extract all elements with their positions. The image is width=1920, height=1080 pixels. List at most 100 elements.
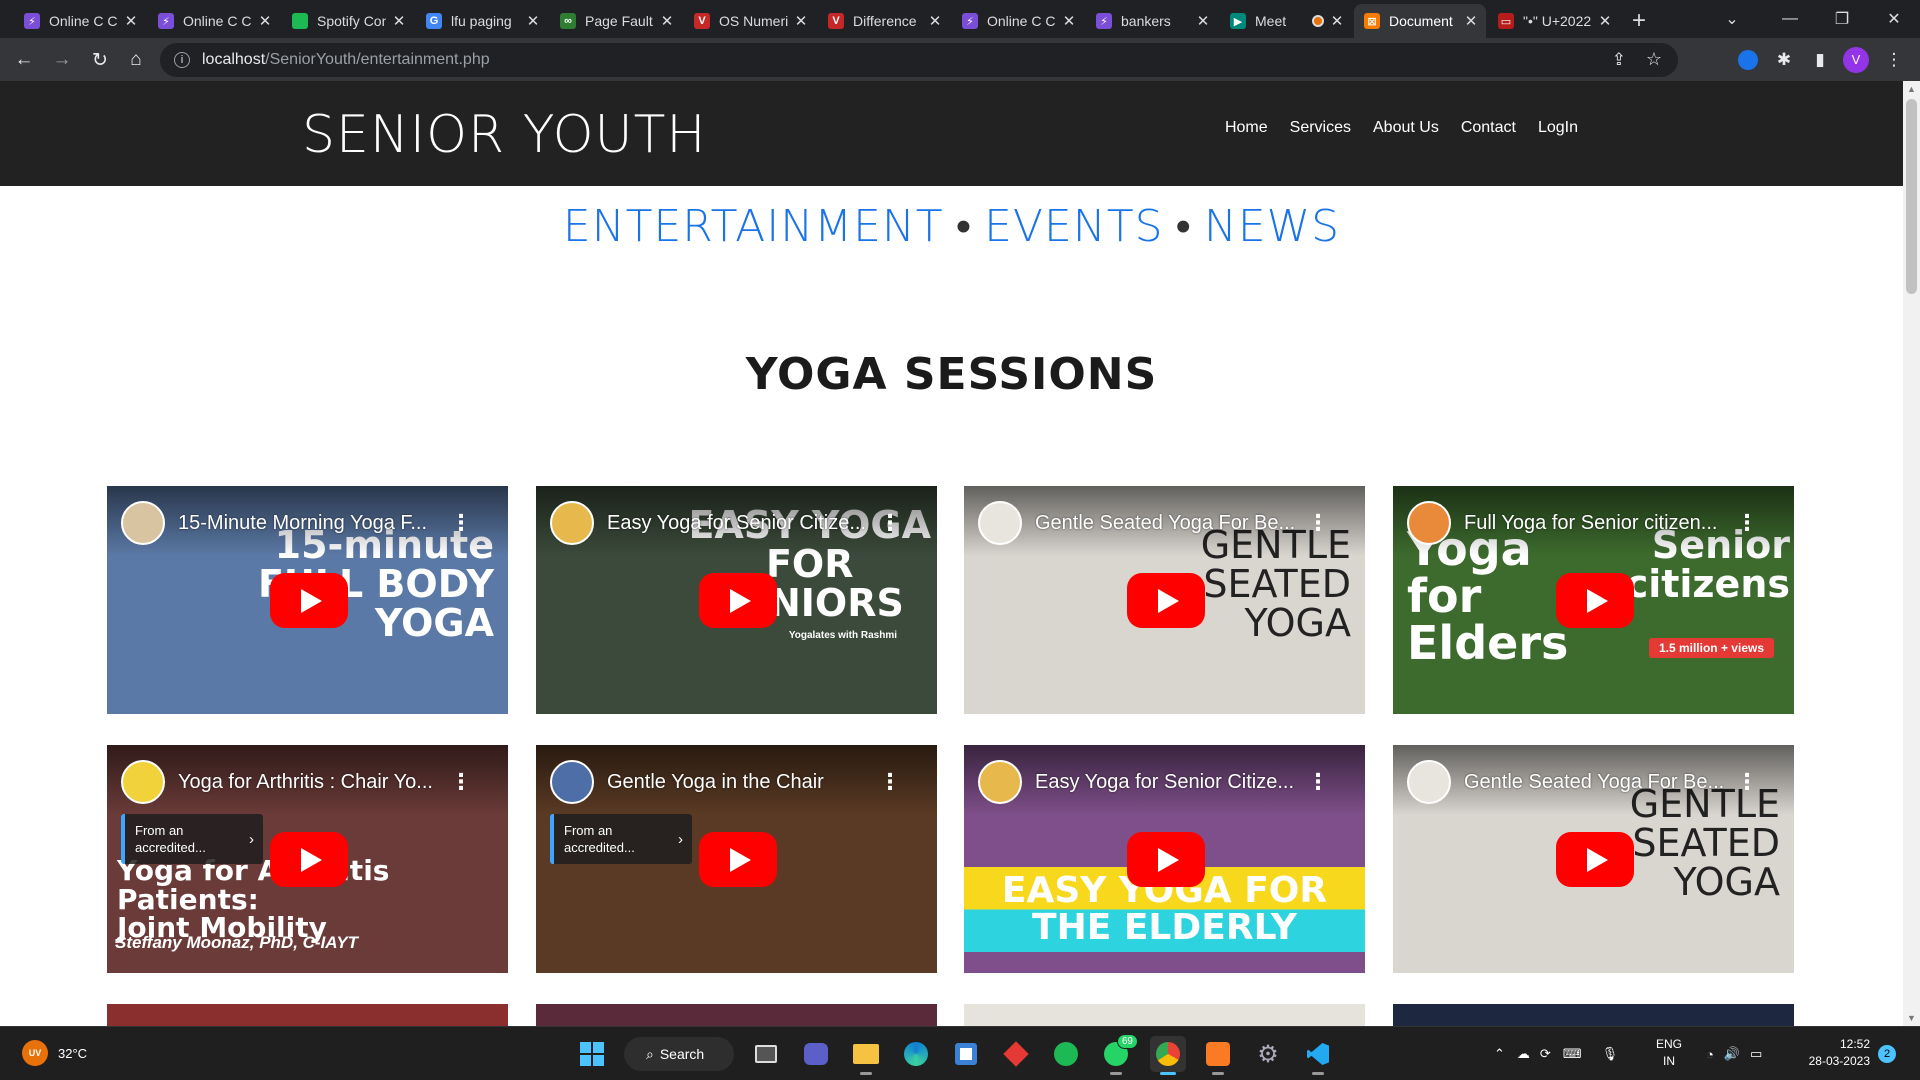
- bookmark-star-icon[interactable]: ☆: [1646, 49, 1662, 70]
- nav-services[interactable]: Services: [1290, 119, 1351, 137]
- browser-tab[interactable]: Glfu paging ✕: [416, 4, 548, 38]
- video-title[interactable]: Full Yoga for Senior citizen...: [1464, 512, 1754, 535]
- video-card[interactable]: 15-minuteFULL BODYYOGA15-Minute Morning …: [107, 486, 508, 714]
- video-card[interactable]: EASY YOGAFORSENIORSYogalates with Rashmi…: [536, 486, 937, 714]
- edge-icon[interactable]: [898, 1036, 934, 1072]
- video-card[interactable]: Gentle Yoga in the Chair ⋮ From an accredi…: [536, 745, 937, 973]
- channel-avatar[interactable]: [978, 501, 1022, 545]
- more-options-icon[interactable]: ⋮: [450, 769, 472, 795]
- new-tab-button[interactable]: +: [1622, 4, 1656, 38]
- tab-close-icon[interactable]: ✕: [392, 12, 406, 30]
- site-info-icon[interactable]: i: [174, 52, 190, 68]
- browser-tab[interactable]: ⚡ Online C Compiler ✕: [148, 4, 280, 38]
- nav-home[interactable]: Home: [1225, 119, 1268, 137]
- xampp-icon[interactable]: [1200, 1036, 1236, 1075]
- more-options-icon[interactable]: ⋮: [1307, 769, 1329, 795]
- share-icon[interactable]: ⇪: [1612, 50, 1626, 70]
- video-card-partial[interactable]: [107, 1004, 508, 1026]
- video-card-partial[interactable]: [964, 1004, 1365, 1026]
- scrollbar-thumb[interactable]: [1906, 99, 1917, 294]
- more-options-icon[interactable]: ⋮: [1307, 510, 1329, 536]
- taskbar-search[interactable]: ⌕ Search: [624, 1037, 734, 1071]
- nav-login[interactable]: LogIn: [1538, 119, 1578, 137]
- video-card-partial[interactable]: [536, 1004, 937, 1026]
- play-button-icon[interactable]: [1556, 832, 1634, 887]
- accredited-source-panel[interactable]: From an accredited... ›: [121, 814, 263, 864]
- tab-search-icon[interactable]: ⌄: [1706, 0, 1758, 38]
- channel-avatar[interactable]: [978, 760, 1022, 804]
- task-view-icon[interactable]: [748, 1036, 784, 1072]
- reload-icon[interactable]: ↻: [82, 42, 118, 78]
- close-window-button[interactable]: ✕: [1868, 0, 1920, 38]
- page-scrollbar[interactable]: ▲ ▼: [1903, 81, 1920, 1026]
- more-options-icon[interactable]: ⋮: [879, 769, 901, 795]
- more-options-icon[interactable]: ⋮: [450, 510, 472, 536]
- browser-tab[interactable]: ⊠ Document ✕: [1354, 4, 1486, 38]
- tab-close-icon[interactable]: ✕: [660, 12, 674, 30]
- browser-tab[interactable]: ▭ "•" U+2022 ✕: [1488, 4, 1620, 38]
- play-button-icon[interactable]: [699, 832, 777, 887]
- browser-tab[interactable]: Spotify Connect ✕: [282, 4, 414, 38]
- nav-about-us[interactable]: About Us: [1373, 119, 1439, 137]
- browser-tab[interactable]: ▶ Meet ✕: [1220, 4, 1352, 38]
- subnav-events[interactable]: EVENTS: [984, 201, 1163, 252]
- tab-close-icon[interactable]: ✕: [794, 12, 808, 30]
- play-button-icon[interactable]: [699, 573, 777, 628]
- nav-contact[interactable]: Contact: [1461, 119, 1516, 137]
- tray-overflow-icon[interactable]: ⌃: [1494, 1046, 1505, 1062]
- video-card[interactable]: GENTLESEATEDYOGAGentle Seated Yoga For B…: [1393, 745, 1794, 973]
- tab-close-icon[interactable]: ✕: [1330, 12, 1344, 30]
- channel-avatar[interactable]: [1407, 760, 1451, 804]
- video-title[interactable]: Gentle Yoga in the Chair: [607, 771, 897, 794]
- browser-menu-icon[interactable]: ⋮: [1876, 38, 1912, 81]
- play-button-icon[interactable]: [1556, 573, 1634, 628]
- video-card[interactable]: Yoga for Arthritis Patients: Joint Mobili…: [107, 745, 508, 973]
- video-title[interactable]: Gentle Seated Yoga For Be...: [1035, 512, 1325, 535]
- video-card[interactable]: YogaforEldersSeniorcitizens1.5 million +…: [1393, 486, 1794, 714]
- play-button-icon[interactable]: [1127, 832, 1205, 887]
- channel-avatar[interactable]: [121, 760, 165, 804]
- tab-close-icon[interactable]: ✕: [258, 12, 272, 30]
- subnav-entertainment[interactable]: ENTERTAINMENT: [563, 201, 944, 252]
- onedrive-icon[interactable]: ☁: [1517, 1046, 1530, 1062]
- back-arrow-icon[interactable]: ←: [6, 42, 42, 78]
- quick-settings[interactable]: ◔ 🔊 ▭: [1706, 1027, 1762, 1080]
- tab-close-icon[interactable]: ✕: [1196, 12, 1210, 30]
- browser-tab[interactable]: ⚡ bankers ✕: [1086, 4, 1218, 38]
- site-brand[interactable]: SENIOR YOUTH: [302, 105, 706, 165]
- address-bar[interactable]: i localhost/SeniorYouth/entertainment.ph…: [160, 43, 1678, 77]
- more-options-icon[interactable]: ⋮: [1736, 769, 1758, 795]
- whatsapp-icon[interactable]: 69: [1098, 1034, 1138, 1075]
- microphone-icon[interactable]: 🎙: [1602, 1046, 1619, 1062]
- clock[interactable]: 12:52 28-03-2023: [1798, 1036, 1870, 1071]
- channel-avatar[interactable]: [1407, 501, 1451, 545]
- keyboard-icon[interactable]: ⌨: [1563, 1046, 1582, 1062]
- spotify-icon[interactable]: [1048, 1036, 1084, 1072]
- more-options-icon[interactable]: ⋮: [879, 510, 901, 536]
- play-button-icon[interactable]: [270, 573, 348, 628]
- weather-widget[interactable]: UV 32°C: [22, 1040, 87, 1066]
- app-red-diamond-icon[interactable]: [998, 1036, 1034, 1072]
- tab-close-icon[interactable]: ✕: [1464, 12, 1478, 30]
- video-title[interactable]: Easy Yoga for Senior Citize...: [607, 512, 897, 535]
- tab-close-icon[interactable]: ✕: [526, 12, 540, 30]
- side-panel-icon[interactable]: ▮: [1802, 38, 1838, 81]
- sync-icon[interactable]: ⟳: [1540, 1046, 1551, 1062]
- language-indicator[interactable]: ENG IN: [1656, 1036, 1682, 1071]
- vscode-icon[interactable]: [1300, 1036, 1336, 1075]
- subnav-news[interactable]: NEWS: [1204, 201, 1340, 252]
- notification-badge[interactable]: 2: [1878, 1045, 1896, 1063]
- home-icon[interactable]: ⌂: [118, 42, 154, 78]
- scroll-up-arrow-icon[interactable]: ▲: [1906, 84, 1917, 94]
- browser-tab[interactable]: V Difference ✕: [818, 4, 950, 38]
- browser-tab[interactable]: ⚡ Online C Compiler ✕: [952, 4, 1084, 38]
- browser-tab[interactable]: V OS Numerical ✕: [684, 4, 816, 38]
- file-explorer-icon[interactable]: [848, 1036, 884, 1075]
- channel-avatar[interactable]: [550, 760, 594, 804]
- extension-shazam-icon[interactable]: [1730, 38, 1766, 81]
- video-card[interactable]: GENTLESEATEDYOGAGentle Seated Yoga For B…: [964, 486, 1365, 714]
- settings-gear-icon[interactable]: ⚙: [1250, 1036, 1286, 1072]
- channel-avatar[interactable]: [550, 501, 594, 545]
- tab-close-icon[interactable]: ✕: [1062, 12, 1076, 30]
- video-title[interactable]: Easy Yoga for Senior Citize...: [1035, 771, 1325, 794]
